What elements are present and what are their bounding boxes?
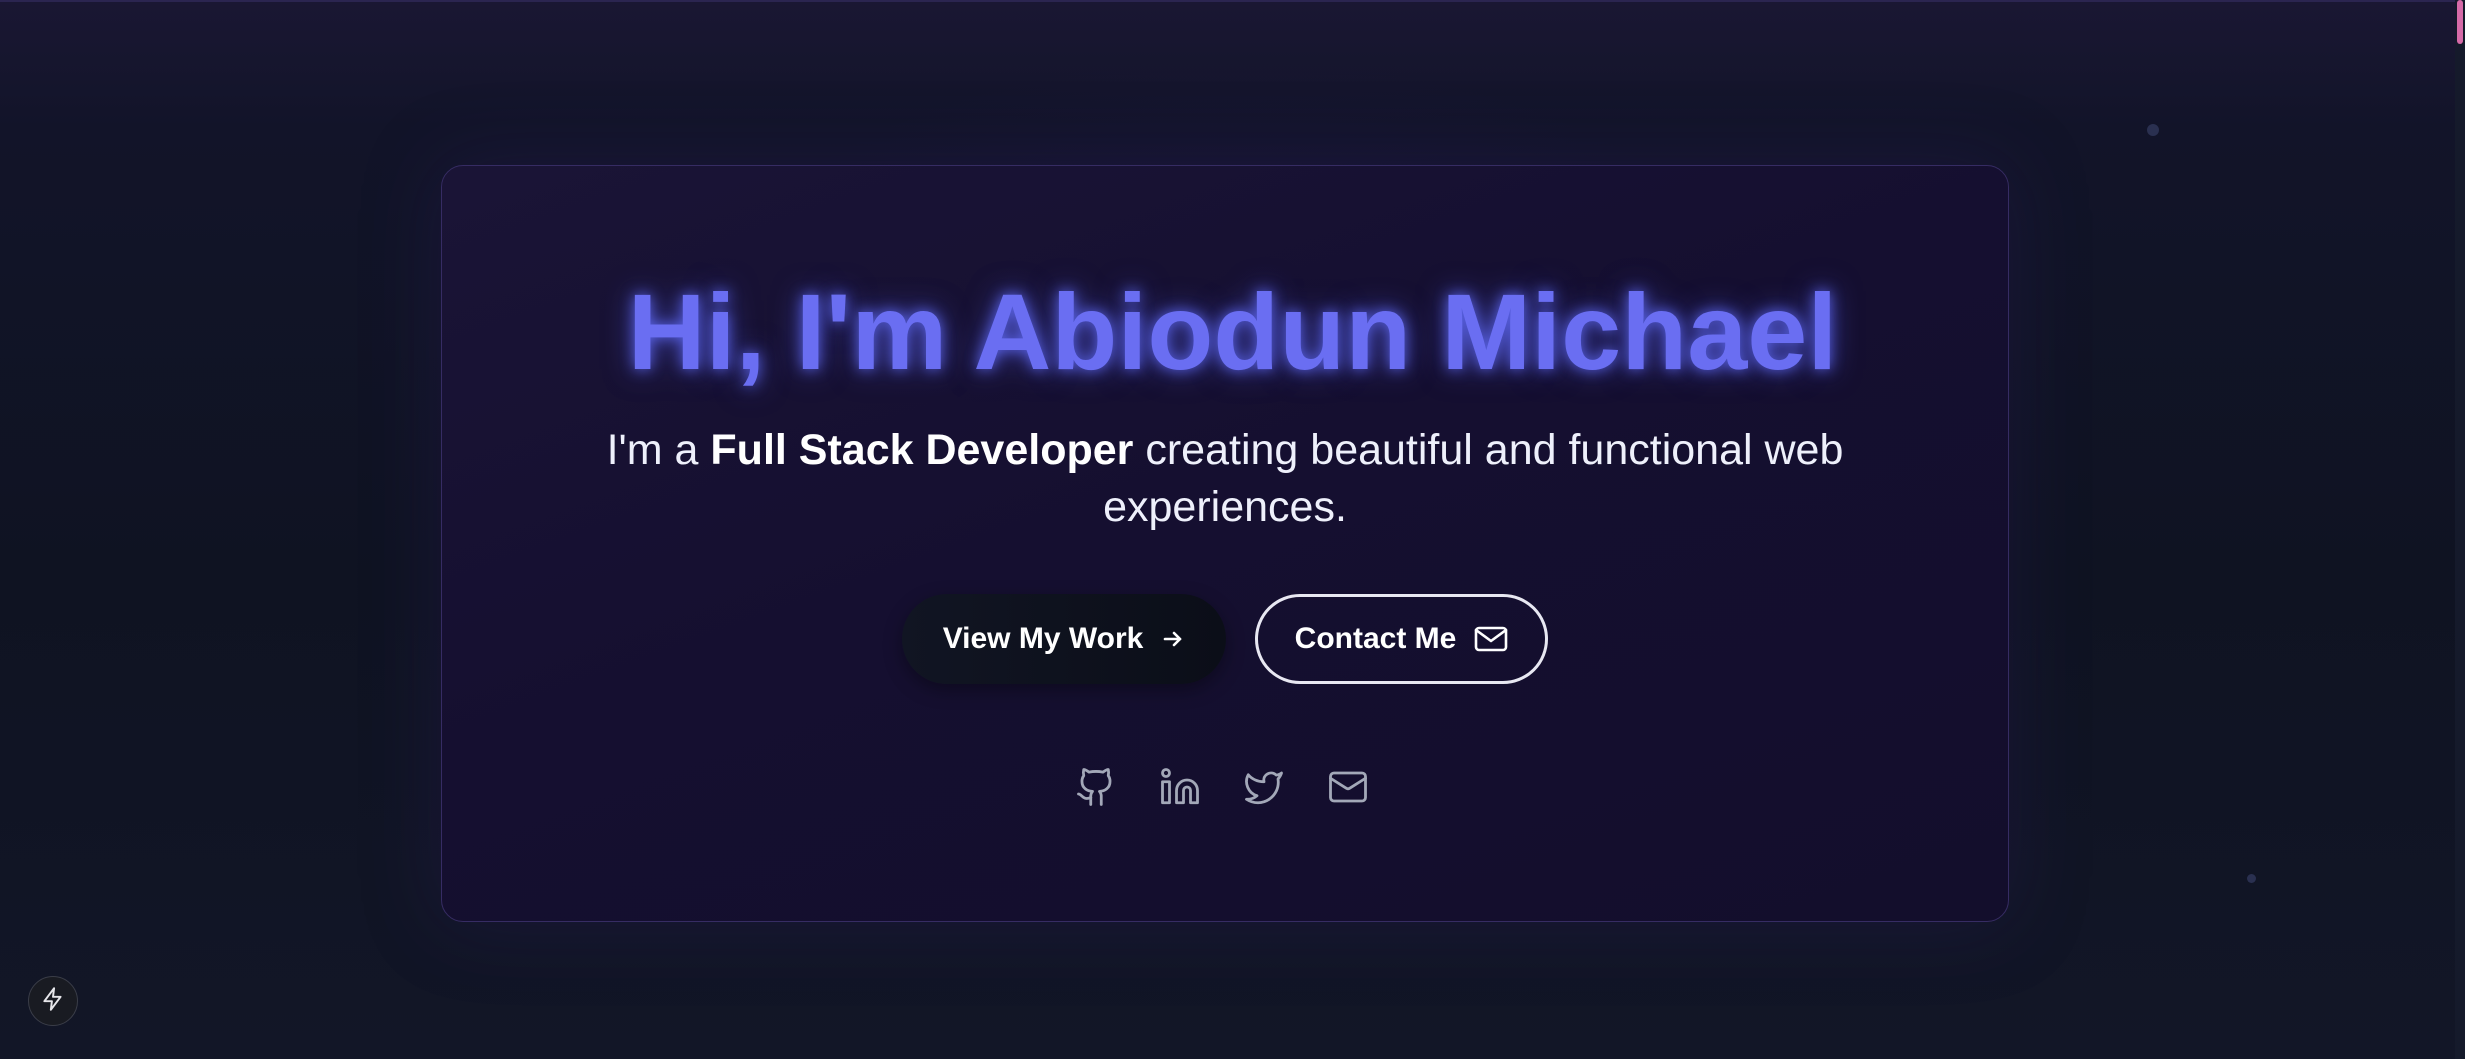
subtitle-role: Full Stack Developer: [710, 426, 1134, 474]
mail-icon: [1327, 766, 1369, 808]
github-icon: [1075, 766, 1117, 808]
mail-icon: [1474, 625, 1508, 653]
view-my-work-button[interactable]: View My Work: [902, 594, 1226, 684]
hero-subtitle: I'm a Full Stack Developer creating beau…: [600, 422, 1850, 536]
portfolio-page: Hi, I'm Abiodun Michael I'm a Full Stack…: [0, 0, 2465, 1059]
decorative-dot: [2147, 124, 2159, 136]
top-edge: [0, 0, 2465, 2]
decorative-dot: [2247, 874, 2256, 883]
twitter-link[interactable]: [1243, 766, 1285, 808]
social-links: [1075, 766, 1375, 812]
github-link[interactable]: [1075, 766, 1117, 808]
subtitle-prefix: I'm a: [606, 426, 711, 474]
twitter-icon: [1243, 766, 1285, 808]
email-link[interactable]: [1327, 766, 1369, 808]
view-my-work-label: View My Work: [942, 622, 1144, 655]
hero-title: Hi, I'm Abiodun Michael: [627, 271, 1838, 392]
arrow-right-icon: [1161, 627, 1185, 651]
contact-me-button[interactable]: Contact Me: [1255, 594, 1548, 684]
linkedin-icon: [1159, 766, 1201, 808]
page-scrollbar[interactable]: [2455, 0, 2465, 1059]
floating-action-button[interactable]: [28, 976, 78, 1026]
contact-me-label: Contact Me: [1294, 622, 1457, 655]
subtitle-suffix: creating beautiful and functional web ex…: [1103, 426, 1844, 531]
lightning-bolt-icon: [40, 986, 66, 1017]
linkedin-link[interactable]: [1159, 766, 1201, 808]
scrollbar-thumb[interactable]: [2457, 0, 2463, 44]
